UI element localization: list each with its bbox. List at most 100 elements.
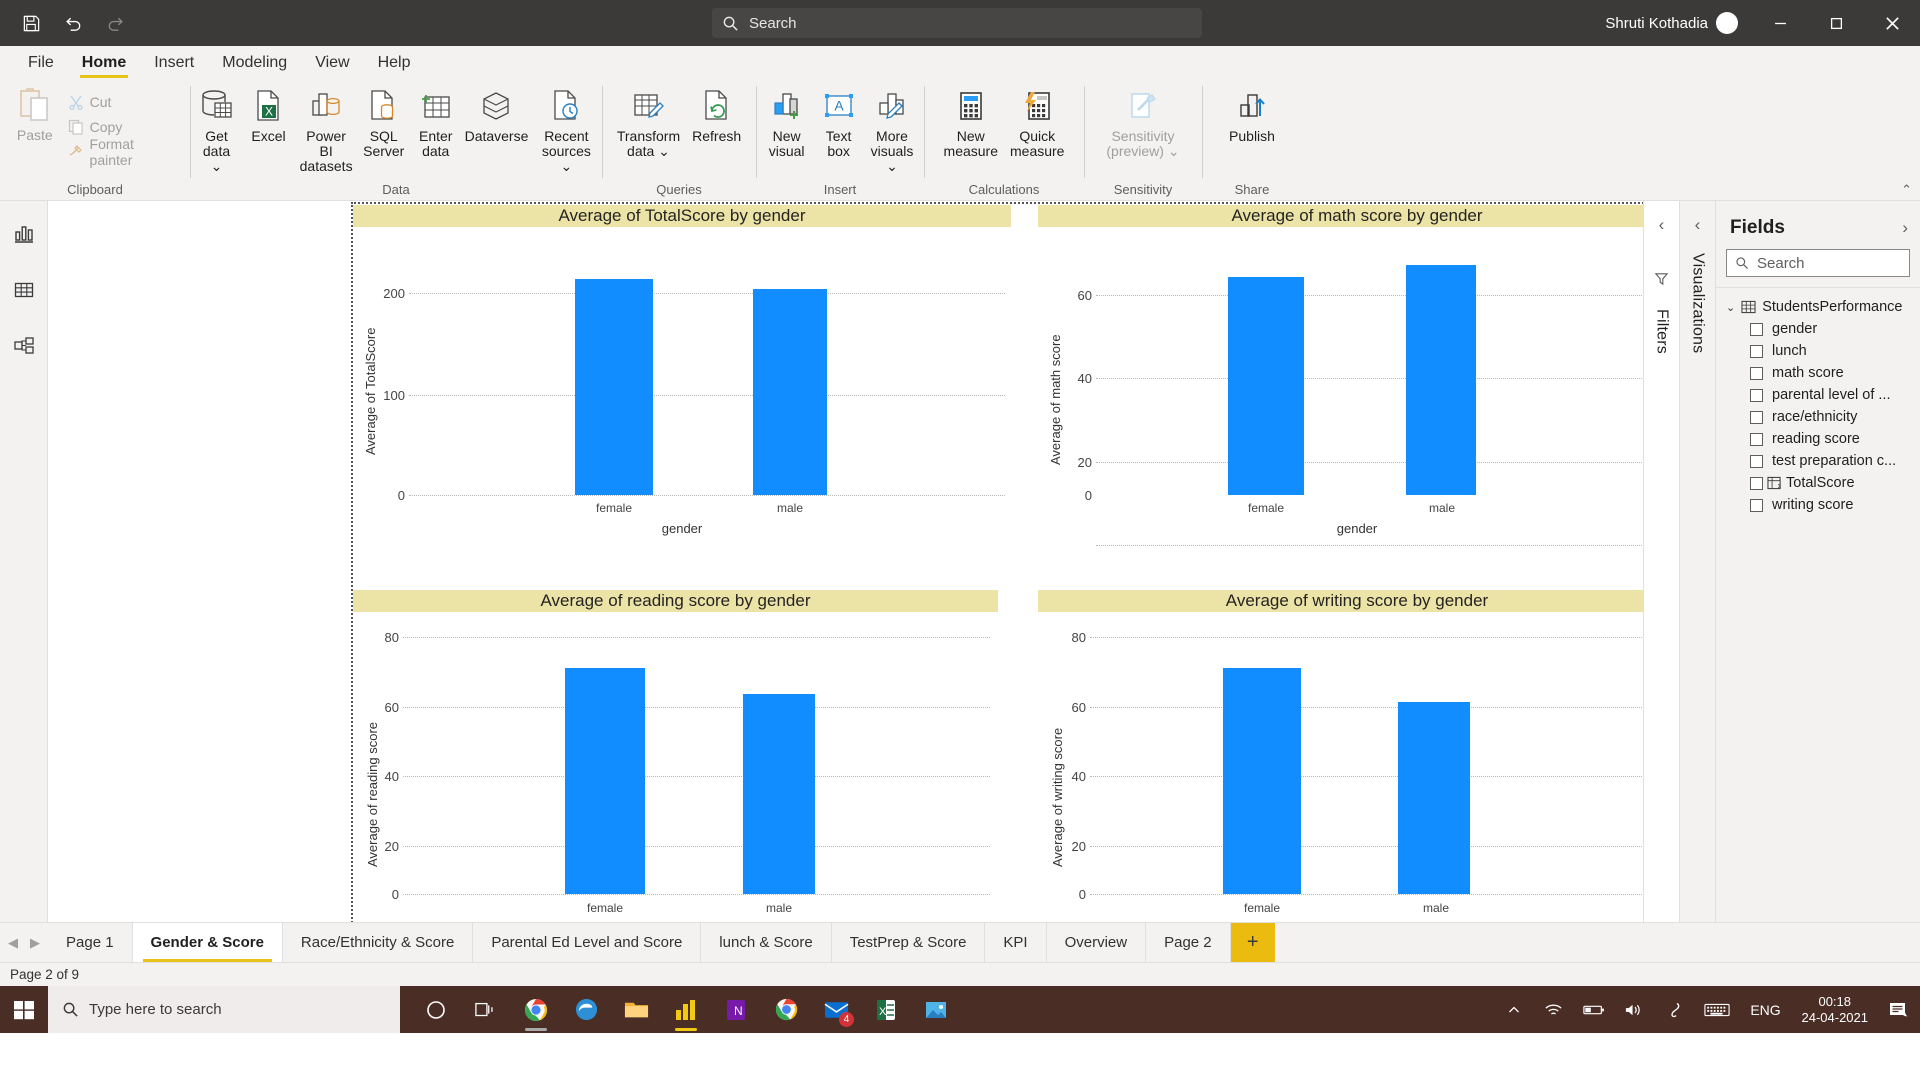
fields-table-StudentsPerformance[interactable]: ⌄ StudentsPerformance [1716, 296, 1920, 318]
windows-start-icon[interactable] [0, 986, 48, 1033]
field-item-reading-score[interactable]: reading score [1716, 428, 1920, 450]
field-checkbox[interactable] [1750, 454, 1763, 468]
field-checkbox[interactable] [1750, 388, 1763, 402]
bar-male[interactable] [1406, 265, 1476, 495]
field-item-gender[interactable]: gender [1716, 318, 1920, 340]
search-box[interactable]: Search [712, 8, 1202, 38]
visual-reading-score[interactable]: Average of reading score by gender Avera… [353, 590, 998, 922]
field-checkbox[interactable] [1750, 410, 1763, 424]
report-canvas[interactable]: Average of TotalScore by gender Average … [183, 201, 1643, 922]
transform-data-button[interactable]: Transform data ⌄ [611, 83, 686, 162]
field-item-parental-level[interactable]: parental level of ... [1716, 384, 1920, 406]
bar-female[interactable] [1228, 277, 1304, 495]
get-data-button[interactable]: Get data ⌄ [191, 83, 243, 177]
edge-icon[interactable] [562, 986, 610, 1033]
add-page-button[interactable]: + [1230, 923, 1275, 962]
bar-male[interactable] [743, 694, 815, 894]
page-tab-race-ethnicity-score[interactable]: Race/Ethnicity & Score [283, 923, 474, 962]
refresh-button[interactable]: Refresh [686, 83, 747, 147]
visual-writing-score[interactable]: Average of writing score by gender Avera… [1038, 590, 1643, 922]
recent-sources-button[interactable]: Recent sources ⌄ [531, 83, 601, 177]
page-tab-overview[interactable]: Overview [1047, 923, 1147, 962]
tab-file[interactable]: File [14, 47, 68, 78]
sidebar-item-data-view[interactable] [5, 273, 43, 307]
sidebar-item-report-view[interactable] [5, 217, 43, 251]
chevron-right-icon[interactable]: ▶ [30, 935, 40, 951]
field-item-race-ethnicity[interactable]: race/ethnicity [1716, 406, 1920, 428]
speaker-icon[interactable] [1614, 1002, 1654, 1018]
powerbi-datasets-button[interactable]: Power BI datasets [295, 83, 358, 177]
field-item-math-score[interactable]: math score [1716, 362, 1920, 384]
sidebar-item-model-view[interactable] [5, 329, 43, 363]
bar-female[interactable] [575, 279, 653, 495]
visualizations-pane-collapsed[interactable]: ‹ Visualizations [1679, 201, 1715, 922]
chrome-icon-2[interactable] [762, 986, 810, 1033]
page-tab-testprep-score[interactable]: TestPrep & Score [832, 923, 986, 962]
minimize-button[interactable] [1752, 0, 1808, 46]
bar-male[interactable] [753, 289, 827, 495]
collapse-ribbon-button[interactable]: ⌃ [1901, 182, 1912, 198]
bar-male[interactable] [1398, 702, 1470, 894]
close-button[interactable] [1864, 0, 1920, 46]
chevron-left-icon[interactable]: ‹ [1695, 215, 1701, 235]
filters-pane-collapsed[interactable]: ‹ Filters [1643, 201, 1679, 922]
quick-measure-button[interactable]: Quick measure [1004, 83, 1070, 162]
field-item-lunch[interactable]: lunch [1716, 340, 1920, 362]
bar-female[interactable] [565, 668, 645, 894]
maximize-button[interactable] [1808, 0, 1864, 46]
pen-icon[interactable] [1654, 1001, 1694, 1019]
tab-view[interactable]: View [301, 47, 363, 78]
field-checkbox[interactable] [1750, 476, 1763, 490]
field-item-writing-score[interactable]: writing score [1716, 494, 1920, 516]
field-item-test-preparation[interactable]: test preparation c... [1716, 450, 1920, 472]
clock[interactable]: 00:18 24-04-2021 [1792, 994, 1879, 1026]
page-tab-lunch-score[interactable]: lunch & Score [701, 923, 832, 962]
text-box-button[interactable]: A Text box [813, 83, 865, 162]
tab-home[interactable]: Home [68, 47, 140, 78]
chevron-left-icon[interactable]: ◀ [8, 935, 18, 951]
chevron-left-icon[interactable]: ‹ [1659, 215, 1665, 235]
field-checkbox[interactable] [1750, 498, 1763, 512]
tab-insert[interactable]: Insert [140, 47, 208, 78]
chrome-icon[interactable] [512, 986, 560, 1033]
excel-icon[interactable]: X [862, 986, 910, 1033]
dataverse-button[interactable]: Dataverse [462, 83, 532, 147]
fields-search-input[interactable]: Search [1726, 249, 1910, 277]
enter-data-button[interactable]: Enter data [410, 83, 462, 162]
page-tab-parental-ed-level-and-score[interactable]: Parental Ed Level and Score [473, 923, 702, 962]
new-measure-button[interactable]: New measure [938, 83, 1004, 162]
onenote-icon[interactable]: N [712, 986, 760, 1033]
file-explorer-icon[interactable] [612, 986, 660, 1033]
page-tab-gender-score[interactable]: Gender & Score [132, 923, 283, 962]
photos-icon[interactable] [912, 986, 960, 1033]
field-checkbox[interactable] [1750, 322, 1763, 336]
field-checkbox[interactable] [1750, 344, 1763, 358]
keyboard-icon[interactable] [1694, 1002, 1740, 1018]
visual-math-score[interactable]: Average of math score by gender Average … [1038, 205, 1643, 546]
sql-server-button[interactable]: SQL Server [358, 83, 410, 162]
tab-help[interactable]: Help [364, 47, 425, 78]
mail-icon[interactable]: 4 [812, 986, 860, 1033]
save-icon[interactable] [12, 6, 50, 40]
field-checkbox[interactable] [1750, 432, 1763, 446]
paste-button[interactable]: Paste [6, 84, 64, 143]
bar-female[interactable] [1223, 668, 1301, 894]
page-tab-page-1[interactable]: Page 1 [48, 923, 133, 962]
chevron-up-icon[interactable] [1494, 1003, 1534, 1017]
new-visual-button[interactable]: New visual [761, 83, 813, 162]
chevron-right-icon[interactable]: › [1902, 218, 1908, 238]
field-checkbox[interactable] [1750, 366, 1763, 380]
task-view-icon[interactable] [462, 986, 510, 1033]
visual-total-score[interactable]: Average of TotalScore by gender Average … [353, 205, 1011, 536]
chevron-down-icon[interactable]: ⌄ [1726, 301, 1735, 314]
taskbar-search-input[interactable]: Type here to search [48, 986, 400, 1033]
avatar[interactable] [1716, 12, 1738, 34]
tab-modeling[interactable]: Modeling [208, 47, 301, 78]
undo-icon[interactable] [54, 6, 92, 40]
power-bi-icon[interactable] [662, 986, 710, 1033]
excel-button[interactable]: X Excel [243, 83, 295, 147]
language-indicator[interactable]: ENG [1740, 1002, 1792, 1018]
cortana-circle-icon[interactable] [412, 986, 460, 1033]
battery-icon[interactable] [1574, 1003, 1614, 1017]
field-item-totalscore[interactable]: Σ TotalScore [1716, 472, 1920, 494]
